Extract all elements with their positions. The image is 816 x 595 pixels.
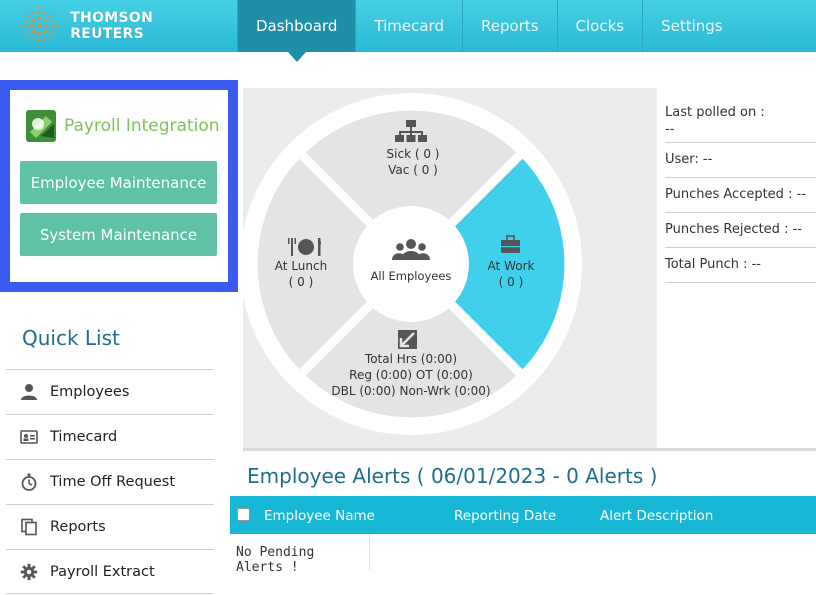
vac-count: Vac ( 0 ) — [388, 163, 438, 177]
total-punch-stat: Total Punch : -- — [665, 248, 816, 283]
arrow-in-box-icon — [398, 330, 417, 349]
tab-clocks[interactable]: Clocks — [556, 0, 643, 52]
at-lunch-label: At Lunch ( 0 ) — [265, 258, 337, 290]
last-polled-value: -- — [665, 122, 675, 137]
wheel-center[interactable] — [353, 206, 469, 322]
at-lunch-title: At Lunch — [274, 259, 328, 273]
select-all-checkbox[interactable] — [237, 508, 250, 521]
punches-rejected-stat: Punches Rejected : -- — [665, 213, 816, 248]
last-polled: Last polled on : -- — [665, 96, 816, 143]
at-work-count: ( 0 ) — [498, 275, 524, 289]
payroll-integration-header: Payroll Integration — [26, 110, 220, 142]
payroll-integration-panel: Payroll Integration Employee Maintenance… — [0, 80, 238, 292]
tab-timecard[interactable]: Timecard — [355, 0, 462, 52]
reuters-dot-logo-icon — [18, 5, 60, 47]
employee-alerts-title: Employee Alerts ( 06/01/2023 - 0 Alerts … — [247, 464, 658, 488]
all-employees-label: All Employees — [370, 269, 452, 283]
tab-dashboard[interactable]: Dashboard — [237, 0, 356, 62]
quick-list-item-time-off-request[interactable]: Time Off Request — [6, 459, 214, 504]
column-employee-name[interactable]: Employee Name — [264, 508, 375, 524]
person-icon — [21, 384, 37, 400]
at-lunch-count: ( 0 ) — [288, 275, 314, 289]
top-nav-bar: THOMSON REUTERS Dashboard Timecard Repor… — [0, 0, 816, 62]
employee-maintenance-button[interactable]: Employee Maintenance — [20, 161, 217, 204]
punches-accepted-stat: Punches Accepted : -- — [665, 178, 816, 213]
quick-list-item-timecard[interactable]: Timecard — [6, 414, 214, 459]
copy-docs-icon — [21, 518, 37, 536]
quick-list-title: Quick List — [22, 326, 120, 350]
hours-summary-label: Total Hrs (0:00) Reg (0:00) OT (0:00) DB… — [323, 351, 499, 399]
sick-count: Sick ( 0 ) — [386, 147, 440, 161]
column-alert-description[interactable]: Alert Description — [600, 508, 713, 524]
quick-list-label: Time Off Request — [50, 474, 176, 490]
system-maintenance-button[interactable]: System Maintenance — [20, 213, 217, 256]
quick-list-item-reports[interactable]: Reports — [6, 504, 214, 549]
last-polled-label: Last polled on : — [665, 105, 765, 120]
tab-reports[interactable]: Reports — [461, 0, 557, 52]
at-work-label: At Work ( 0 ) — [475, 258, 547, 290]
stopwatch-icon — [21, 473, 37, 491]
quick-list-label: Reports — [50, 519, 106, 535]
quick-list-label: Payroll Extract — [50, 563, 155, 580]
alerts-table-header: Employee Name Reporting Date Alert Descr… — [230, 496, 816, 534]
dbl-nonwrk-hours: DBL (0:00) Non-Wrk (0:00) — [331, 384, 491, 398]
section-divider — [243, 448, 816, 451]
at-work-title: At Work — [487, 259, 535, 273]
quick-list-item-payroll-extract[interactable]: Payroll Extract — [6, 549, 214, 594]
quick-list-label: Timecard — [50, 429, 118, 445]
payroll-integration-title: Payroll Integration — [64, 116, 220, 136]
gear-icon — [20, 563, 38, 580]
reg-ot-hours: Reg (0:00) OT (0:00) — [349, 368, 473, 382]
quick-list-label: Employees — [50, 384, 130, 400]
main-nav-tabs: Dashboard Timecard Reports Clocks Settin… — [237, 0, 741, 62]
total-hours: Total Hrs (0:00) — [364, 352, 458, 366]
payroll-integration-logo-icon — [26, 110, 56, 142]
polling-stats: Last polled on : -- User: -- Punches Acc… — [665, 96, 816, 283]
no-alerts-message: No Pending Alerts ! — [230, 534, 370, 575]
column-reporting-date[interactable]: Reporting Date — [454, 508, 556, 524]
thomson-reuters-logo[interactable]: THOMSON REUTERS — [16, 4, 226, 48]
sick-vac-label: Sick ( 0 ) Vac ( 0 ) — [358, 146, 468, 178]
quick-list-item-employees[interactable]: Employees — [6, 369, 214, 414]
id-card-icon — [20, 430, 38, 444]
brand-name: THOMSON REUTERS — [70, 10, 154, 42]
quick-list: Employees Timecard Time Off Request Repo… — [6, 369, 214, 594]
user-stat: User: -- — [665, 143, 816, 178]
tab-settings[interactable]: Settings — [642, 0, 741, 52]
